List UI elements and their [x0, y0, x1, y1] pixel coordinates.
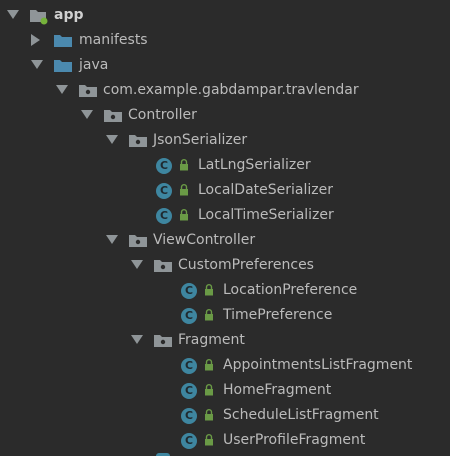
tree-item-label: com.example.gabdampar.travlendar: [103, 82, 359, 98]
class-icon: C: [154, 181, 174, 201]
package-icon: [103, 106, 123, 126]
tree-row-timepreference[interactable]: C TimePreference: [0, 303, 450, 328]
class-icon: C: [179, 406, 199, 426]
lock-icon: [203, 408, 215, 422]
package-icon: [153, 331, 173, 351]
lock-icon: [203, 358, 215, 372]
class-icon: C: [179, 281, 199, 301]
expanded-arrow-icon[interactable]: [106, 234, 118, 246]
lock-icon: [178, 158, 190, 172]
tree-item-label: manifests: [79, 32, 148, 48]
tree-item-label: LocationPreference: [223, 282, 358, 298]
tree-item-label: Fragment: [178, 332, 245, 348]
tree-row-package-root[interactable]: com.example.gabdampar.travlendar: [0, 78, 450, 103]
tree-item-label: JsonSerializer: [153, 132, 248, 148]
tree-item-label: LocalTimeSerializer: [198, 207, 334, 223]
folder-icon: [53, 56, 73, 76]
tree-row-custompreferences[interactable]: CustomPreferences: [0, 253, 450, 278]
class-icon: C: [179, 306, 199, 326]
tree-item-label: LatLngSerializer: [198, 157, 311, 173]
tree-item-label: ViewController: [153, 232, 256, 248]
class-icon: C: [154, 156, 174, 176]
collapsed-arrow-icon[interactable]: [30, 34, 42, 46]
expanded-arrow-icon[interactable]: [56, 84, 68, 96]
class-icon: C: [179, 381, 199, 401]
tree-row-locationpreference[interactable]: C LocationPreference: [0, 278, 450, 303]
tree-row-app[interactable]: app: [0, 3, 450, 28]
lock-icon: [203, 433, 215, 447]
tree-item-label: CustomPreferences: [178, 257, 314, 273]
tree-row-fragment[interactable]: Fragment: [0, 328, 450, 353]
tree-row-manifests[interactable]: manifests: [0, 28, 450, 53]
expanded-arrow-icon[interactable]: [81, 109, 93, 121]
package-icon: [128, 131, 148, 151]
tree-row-viewcontroller[interactable]: ViewController: [0, 228, 450, 253]
expanded-arrow-icon[interactable]: [131, 334, 143, 346]
tree-row-schedulelistfragment[interactable]: C ScheduleListFragment: [0, 403, 450, 428]
lock-icon: [178, 183, 190, 197]
expanded-arrow-icon[interactable]: [7, 9, 19, 21]
tree-item-label: HomeFragment: [223, 382, 332, 398]
package-icon: [153, 256, 173, 276]
tree-row-localtimeserializer[interactable]: C LocalTimeSerializer: [0, 203, 450, 228]
lock-icon: [203, 283, 215, 297]
tree-row-jsonserializer[interactable]: JsonSerializer: [0, 128, 450, 153]
tree-item-label: UserProfileFragment: [223, 432, 366, 448]
project-tree: app manifests java com.example.gabdampar…: [0, 0, 450, 456]
class-icon: C: [154, 206, 174, 226]
tree-item-label: LocalDateSerializer: [198, 182, 333, 198]
lock-icon: [203, 383, 215, 397]
tree-row-controller[interactable]: Controller: [0, 103, 450, 128]
package-icon: [78, 81, 98, 101]
tree-row-localdateserializer[interactable]: C LocalDateSerializer: [0, 178, 450, 203]
folder-icon: [53, 31, 73, 51]
expanded-arrow-icon[interactable]: [131, 259, 143, 271]
tree-row-java[interactable]: java: [0, 53, 450, 78]
package-icon: [128, 231, 148, 251]
tree-row-appointmentslistfragment[interactable]: C AppointmentsListFragment: [0, 353, 450, 378]
tree-item-label: AppointmentsListFragment: [223, 357, 413, 373]
expanded-arrow-icon[interactable]: [106, 134, 118, 146]
tree-item-label: Controller: [128, 107, 197, 123]
tree-row-userprofilefragment[interactable]: C UserProfileFragment: [0, 428, 450, 453]
tree-item-label: TimePreference: [223, 307, 333, 323]
module-folder-icon: [29, 6, 49, 26]
tree-item-label: ScheduleListFragment: [223, 407, 379, 423]
lock-icon: [203, 308, 215, 322]
class-icon: C: [179, 431, 199, 451]
lock-icon: [178, 208, 190, 222]
class-icon: C: [179, 356, 199, 376]
expanded-arrow-icon[interactable]: [31, 59, 43, 71]
tree-row-homefragment[interactable]: C HomeFragment: [0, 378, 450, 403]
tree-item-label: java: [79, 57, 109, 73]
tree-item-label: app: [54, 7, 84, 23]
tree-row-latlngserializer[interactable]: C LatLngSerializer: [0, 153, 450, 178]
